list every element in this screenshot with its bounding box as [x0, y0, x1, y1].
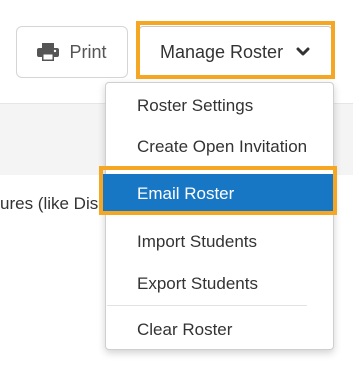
- chevron-down-icon: [296, 47, 310, 56]
- menu-item-create-open-invitation[interactable]: Create Open Invitation: [106, 127, 333, 167]
- menu-divider: [107, 305, 307, 306]
- manage-roster-dropdown: Roster Settings Create Open Invitation E…: [102, 82, 335, 350]
- manage-roster-label: Manage Roster: [160, 41, 284, 62]
- printer-icon: [37, 43, 60, 61]
- menu-item-roster-settings[interactable]: Roster Settings: [106, 86, 333, 126]
- menu-item-email-roster[interactable]: Email Roster: [102, 174, 335, 214]
- print-button[interactable]: Print: [16, 26, 128, 78]
- menu-item-import-students[interactable]: Import Students: [106, 222, 333, 262]
- background-text-fragment: ures (like Dis: [0, 194, 99, 213]
- menu-item-export-students[interactable]: Export Students: [106, 264, 333, 304]
- manage-roster-button[interactable]: Manage Roster: [139, 26, 332, 78]
- menu-item-clear-roster[interactable]: Clear Roster: [106, 310, 333, 350]
- print-button-label: Print: [69, 41, 107, 62]
